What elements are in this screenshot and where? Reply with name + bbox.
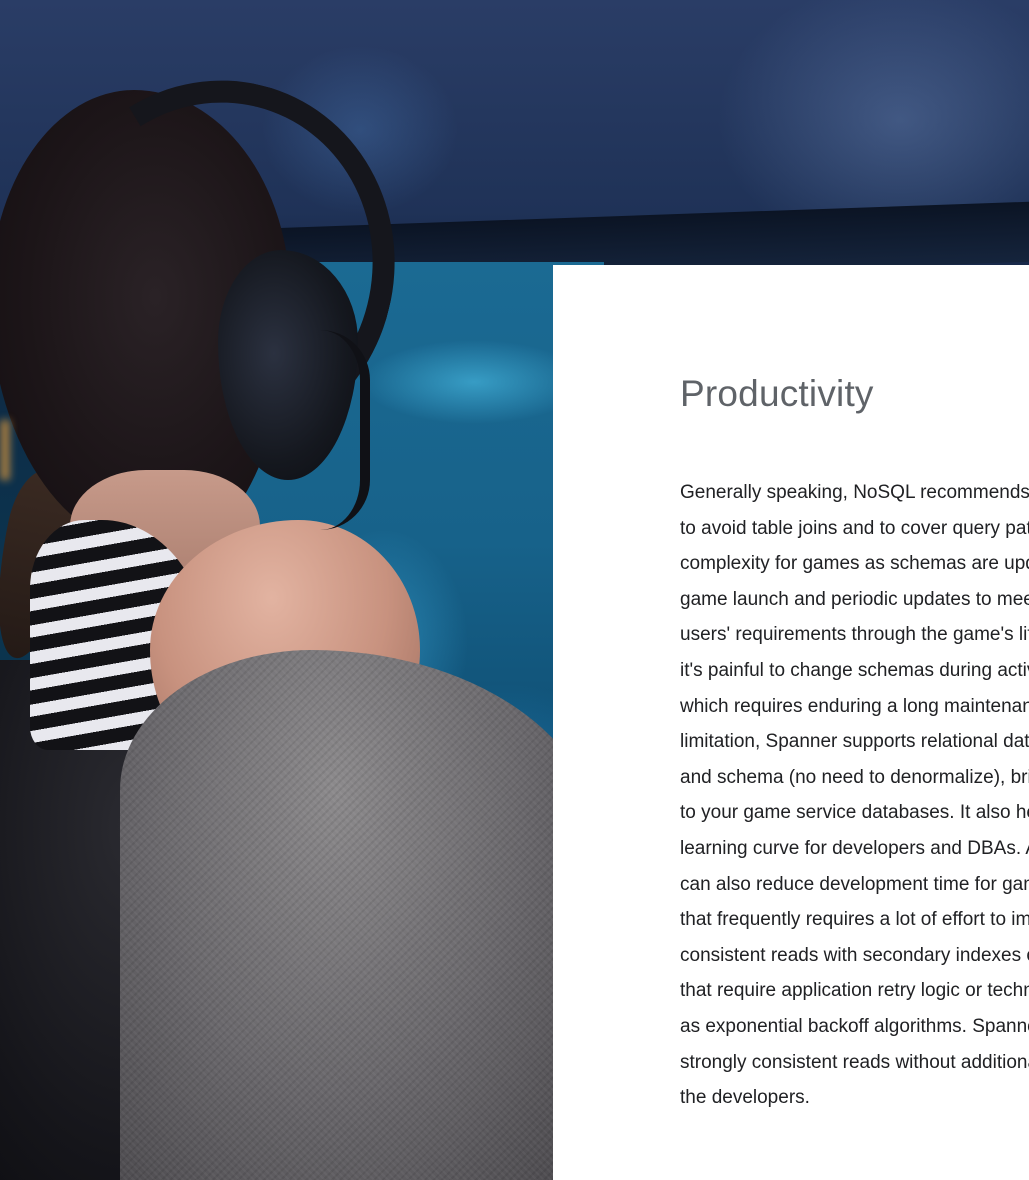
body-line: consistent reads with secondary indexes … (680, 944, 1029, 966)
headset-mic (320, 330, 370, 530)
edge-light (0, 420, 10, 480)
body-line: it's painful to change schemas during ac… (680, 659, 1029, 681)
body-line: that frequently requires a lot of effort… (680, 909, 1029, 931)
body-line: to avoid table joins and to cover query … (680, 517, 1029, 539)
body-line: users' requirements through the game's l… (680, 624, 1029, 646)
body-line: and schema (no need to denormalize), bri… (680, 766, 1029, 788)
body-line: can also reduce development time for gam… (680, 873, 1029, 895)
body-line: learning curve for developers and DBAs. … (680, 837, 1029, 859)
section-title: Productivity (680, 373, 874, 414)
body-line: strongly consistent reads without additi… (680, 1051, 1029, 1073)
body-line: to your game service databases. It also … (680, 802, 1029, 824)
body-line: Generally speaking, NoSQL recommends den… (680, 482, 1029, 503)
text-card: Productivity Generally speaking, NoSQL r… (553, 265, 1029, 1180)
body-line: the developers. (680, 1087, 810, 1109)
body-line: game launch and periodic updates to meet… (680, 588, 1029, 610)
section-body: Generally speaking, NoSQL recommends den… (680, 475, 1029, 1116)
sweater (120, 650, 600, 1180)
body-line: which requires enduring a long maintenan… (680, 695, 1029, 717)
body-line: limitation, Spanner supports relational … (680, 731, 1029, 753)
page: Productivity Generally speaking, NoSQL r… (0, 0, 1029, 1180)
body-line: complexity for games as schemas are upda… (680, 553, 1029, 575)
body-line: that require application retry logic or … (680, 980, 1029, 1002)
body-line: as exponential backoff algorithms. Spann… (680, 1015, 1029, 1037)
